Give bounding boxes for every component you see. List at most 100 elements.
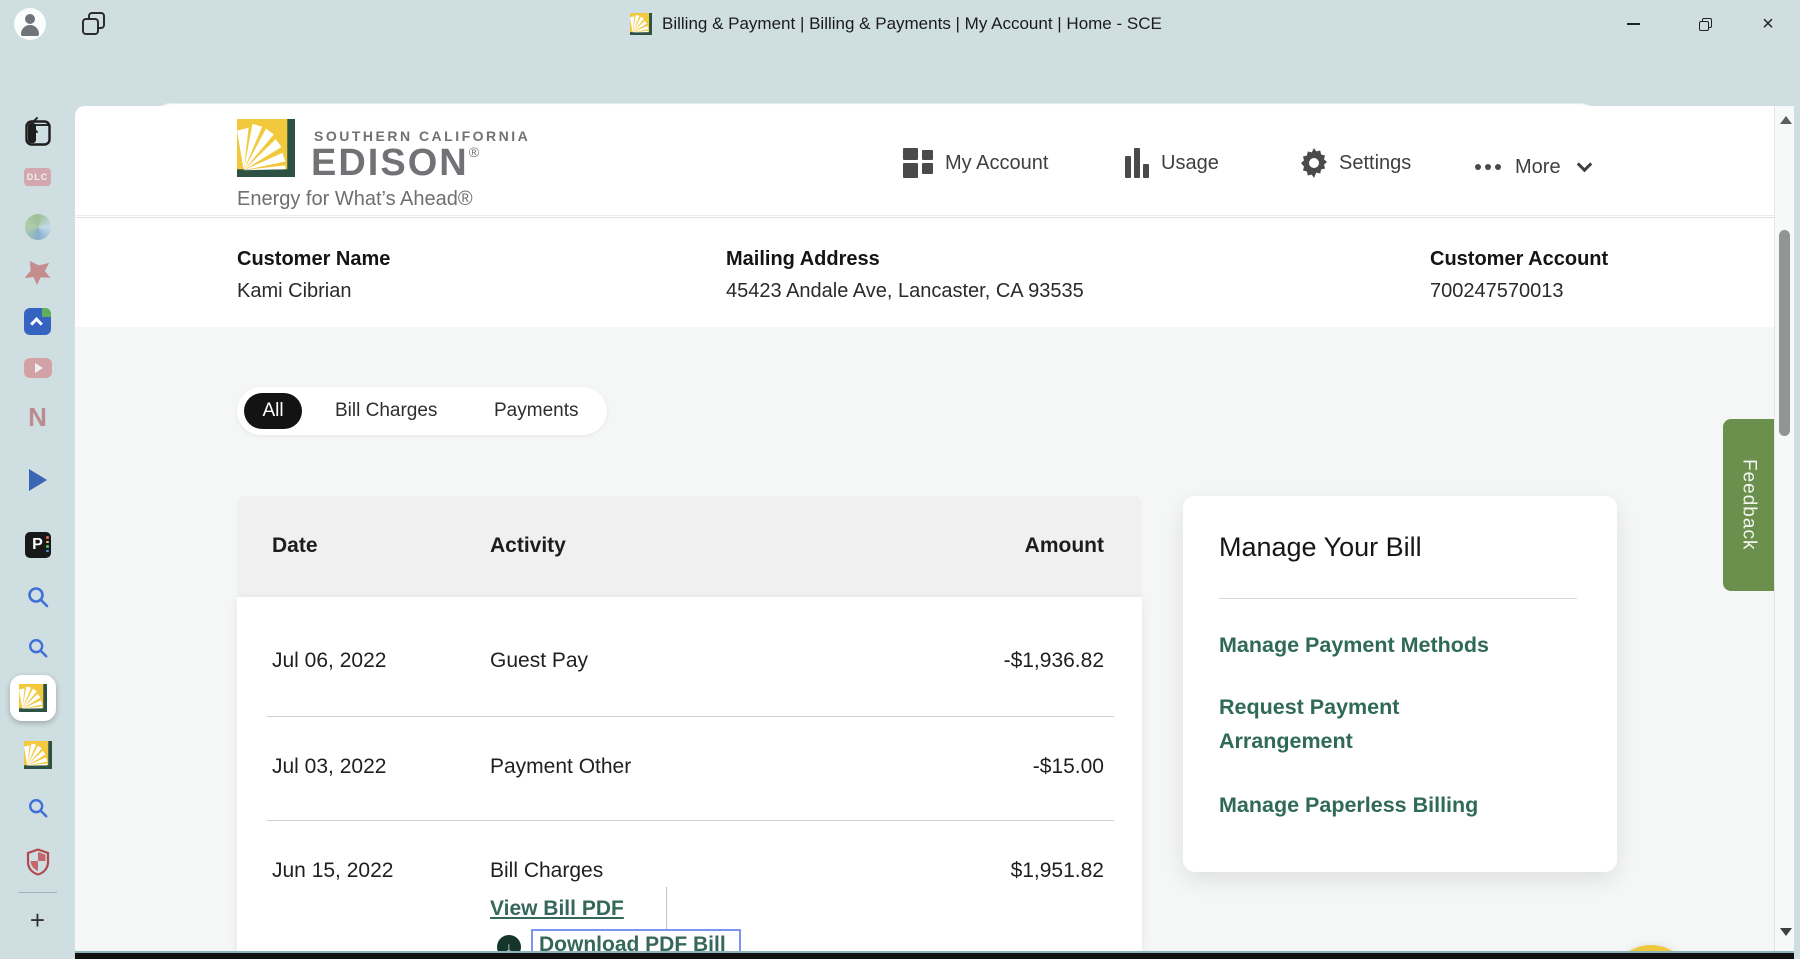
manage-card-title: Manage Your Bill bbox=[1219, 532, 1422, 563]
title-bar: Billing & Payment | Billing & Payments |… bbox=[0, 0, 1800, 48]
row-divider bbox=[267, 820, 1114, 821]
row-activity: Payment Other bbox=[490, 755, 631, 779]
row-amount: -$1,936.82 bbox=[1004, 649, 1104, 673]
search-icon bbox=[27, 637, 49, 659]
sidebar-app-red[interactable] bbox=[0, 253, 75, 293]
manage-card-divider bbox=[1219, 598, 1577, 599]
customer-info-bar: Customer Name Kami Cibrian Mailing Addre… bbox=[75, 217, 1774, 327]
request-payment-arrangement-link[interactable]: Request Payment Arrangement bbox=[1219, 690, 1509, 758]
row-amount: $1,951.82 bbox=[1011, 859, 1104, 883]
nav-more[interactable]: More bbox=[1475, 150, 1590, 184]
manage-payment-methods-link[interactable]: Manage Payment Methods bbox=[1219, 628, 1489, 662]
col-date: Date bbox=[272, 534, 318, 558]
tab-all[interactable]: All bbox=[244, 393, 302, 429]
close-icon: × bbox=[1762, 14, 1774, 34]
site-header: SOUTHERN CALIFORNIA EDISON® Energy for W… bbox=[75, 106, 1774, 216]
sidebar-app-globe[interactable] bbox=[0, 207, 75, 247]
minimize-button[interactable] bbox=[1613, 4, 1653, 44]
browser-window: Billing & Payment | Billing & Payments |… bbox=[0, 0, 1800, 959]
sidebar-search-2[interactable] bbox=[0, 628, 75, 668]
row-activity: Bill Charges bbox=[490, 859, 603, 883]
search-icon bbox=[27, 797, 49, 819]
browser-profile-avatar[interactable] bbox=[14, 8, 46, 40]
sidebar-app-netflix[interactable]: N bbox=[0, 397, 75, 437]
scroll-down-arrow[interactable] bbox=[1780, 928, 1792, 936]
manage-paperless-billing-link[interactable]: Manage Paperless Billing bbox=[1219, 788, 1478, 822]
nav-usage[interactable]: Usage bbox=[1125, 146, 1219, 180]
sce-favicon bbox=[630, 13, 652, 35]
close-button[interactable]: × bbox=[1748, 4, 1788, 44]
sidebar-search-1[interactable] bbox=[0, 577, 75, 617]
minimize-icon bbox=[1627, 23, 1640, 25]
sidebar-app-blue-caret[interactable] bbox=[0, 301, 75, 341]
row-date: Jun 15, 2022 bbox=[272, 859, 393, 883]
viewport-bottom-strip bbox=[75, 951, 1794, 959]
search-icon bbox=[26, 585, 50, 609]
download-pdf-bill-link[interactable]: Download PDF Bill bbox=[539, 933, 726, 951]
play-icon bbox=[29, 469, 47, 491]
history-table-body: Jul 06, 2022 Guest Pay -$1,936.82 Jul 03… bbox=[237, 597, 1142, 951]
scroll-up-arrow[interactable] bbox=[1780, 116, 1792, 124]
history-table-header: Date Activity Amount bbox=[237, 496, 1142, 597]
restore-button[interactable] bbox=[1685, 4, 1725, 44]
tab-bill-charges[interactable]: Bill Charges bbox=[335, 400, 437, 422]
gear-icon bbox=[1299, 148, 1329, 178]
sidebar-search-3[interactable] bbox=[0, 788, 75, 828]
plex-icon: P bbox=[25, 532, 51, 558]
active-tab[interactable]: Billing & Payment | Billing & Payments |… bbox=[630, 12, 1162, 36]
sidebar-divider bbox=[18, 892, 57, 893]
edge-sidebar: DLC N P bbox=[0, 106, 75, 959]
chevron-down-icon bbox=[1576, 156, 1592, 172]
shield-icon bbox=[26, 848, 50, 876]
nav-settings[interactable]: Settings bbox=[1299, 146, 1411, 180]
row-date: Jul 03, 2022 bbox=[272, 755, 386, 779]
row-activity: Guest Pay bbox=[490, 649, 588, 673]
row-date: Jul 06, 2022 bbox=[272, 649, 386, 673]
customer-account-value: 700247570013 bbox=[1430, 280, 1563, 303]
sce-logo-icon bbox=[237, 119, 295, 177]
sce-icon bbox=[19, 684, 47, 712]
sce-logo[interactable] bbox=[237, 119, 295, 177]
web-content: SOUTHERN CALIFORNIA EDISON® Energy for W… bbox=[75, 106, 1794, 959]
col-amount: Amount bbox=[1025, 534, 1104, 558]
sidebar-app-dlc[interactable]: DLC bbox=[0, 157, 75, 197]
avatar-icon bbox=[25, 14, 35, 24]
customer-account-label: Customer Account bbox=[1430, 248, 1608, 271]
sce-icon bbox=[24, 741, 52, 769]
customer-name-label: Customer Name bbox=[237, 248, 390, 271]
nav-my-account[interactable]: My Account bbox=[903, 146, 1048, 180]
row-amount: -$15.00 bbox=[1033, 755, 1104, 779]
feedback-label: Feedback bbox=[1738, 459, 1760, 550]
sidebar-app-plex[interactable]: P bbox=[0, 525, 75, 565]
sidebar-app-play[interactable] bbox=[0, 460, 75, 500]
scrollbar-thumb[interactable] bbox=[1779, 230, 1790, 436]
more-dots-icon bbox=[1475, 164, 1501, 170]
download-pdf-focus-ring: Download PDF Bill bbox=[531, 929, 741, 951]
page-scrollbar[interactable] bbox=[1774, 106, 1794, 951]
tab-payments[interactable]: Payments bbox=[494, 400, 578, 422]
sidebar-app-shield[interactable] bbox=[0, 842, 75, 882]
workspaces-icon[interactable] bbox=[82, 12, 106, 36]
row-divider bbox=[267, 716, 1114, 717]
red-burst-icon bbox=[25, 261, 51, 285]
sidebar-app-sce-active[interactable] bbox=[10, 675, 56, 721]
browser-toolbar: https://www.sce.com/mysce/billsnpayments… bbox=[0, 48, 1800, 106]
tab-title: Billing & Payment | Billing & Payments |… bbox=[662, 14, 1162, 34]
my-account-icon bbox=[903, 148, 935, 178]
view-bill-pdf-link[interactable]: View Bill PDF bbox=[490, 897, 624, 921]
sidebar-add-button[interactable]: + bbox=[0, 900, 75, 940]
col-activity: Activity bbox=[490, 534, 566, 558]
billing-history-section: All Bill Charges Payments Date Activity … bbox=[75, 327, 1774, 951]
usage-bars-icon bbox=[1125, 148, 1151, 178]
logo-line2: EDISON® bbox=[311, 142, 481, 185]
link-divider bbox=[666, 887, 667, 935]
sidebar-app-youtube[interactable] bbox=[0, 348, 75, 388]
sidebar-toggle-icon[interactable] bbox=[0, 113, 75, 153]
feedback-tab[interactable]: Feedback bbox=[1723, 419, 1774, 591]
sidebar-app-sce[interactable] bbox=[0, 735, 75, 775]
logo-tagline: Energy for What’s Ahead® bbox=[237, 188, 473, 211]
mailing-address-label: Mailing Address bbox=[726, 248, 880, 271]
download-icon: ↓ bbox=[497, 935, 521, 951]
youtube-icon bbox=[24, 358, 52, 378]
globe-icon bbox=[25, 214, 51, 240]
